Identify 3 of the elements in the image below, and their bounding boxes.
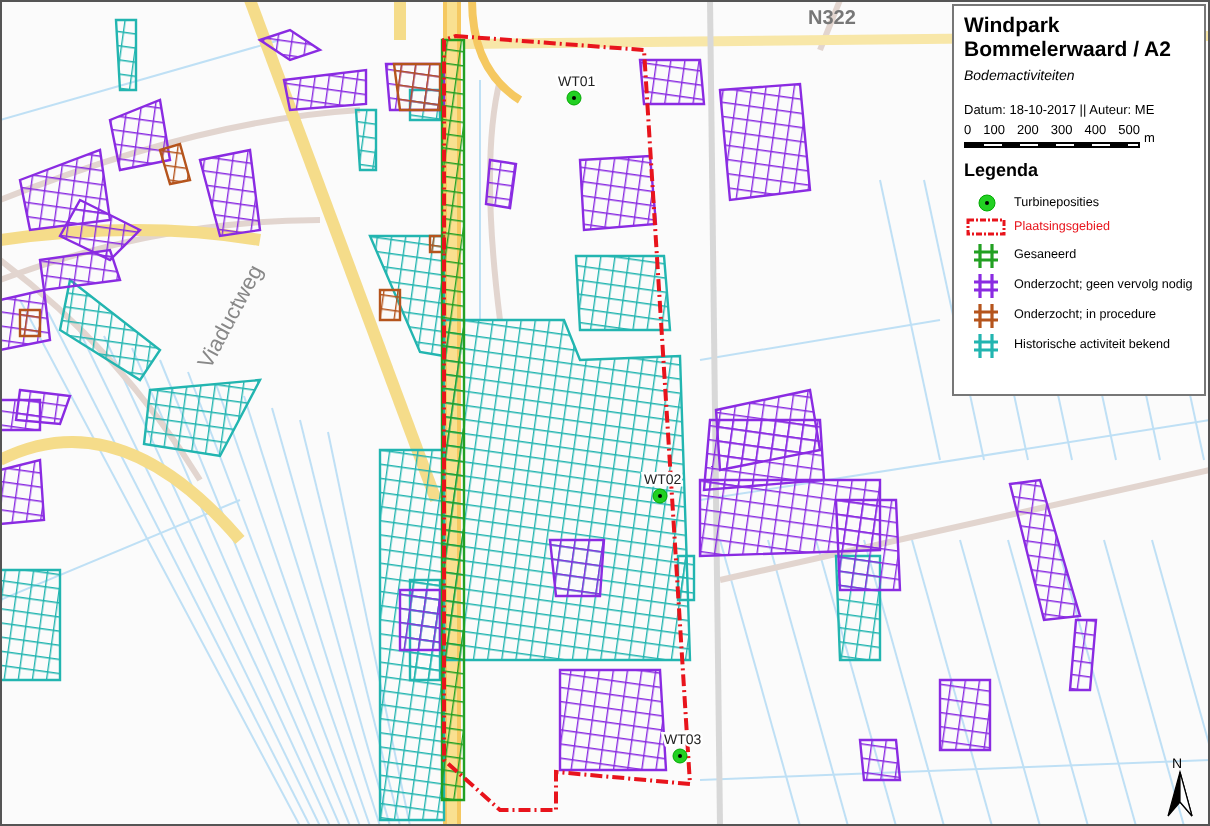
legend-title: Windpark Bommelerwaard / A2 [964,14,1173,62]
road-label: N322 [808,8,856,30]
legend-heading: Legenda [964,158,1041,185]
